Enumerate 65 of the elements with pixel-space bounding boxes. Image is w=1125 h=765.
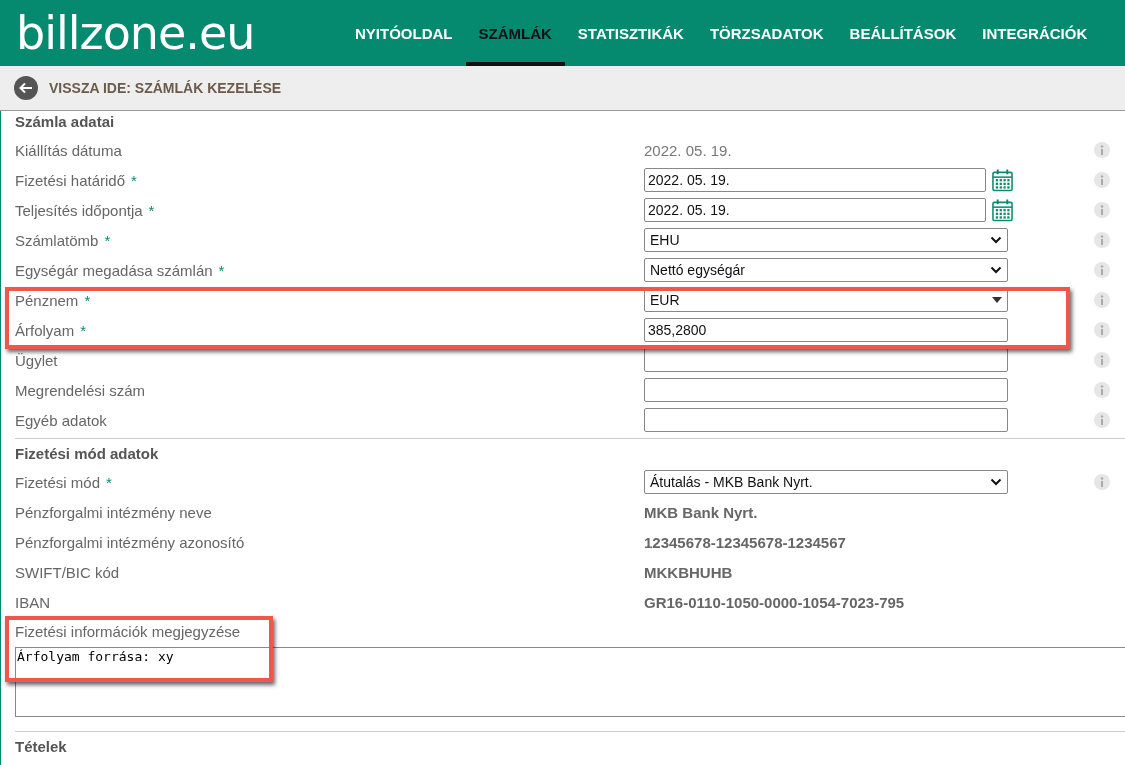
info-icon[interactable] — [1094, 262, 1110, 278]
info-icon[interactable] — [1094, 322, 1110, 338]
field-value: 12345678-12345678-1234567 — [644, 533, 846, 551]
field-label: Teljesítés időpontja — [15, 201, 143, 219]
info-icon[interactable] — [1094, 202, 1110, 218]
field-label: Fizetési mód — [15, 473, 101, 491]
text-field[interactable] — [644, 348, 1008, 372]
notes-textarea[interactable]: Árfolyam forrása: xy — [15, 647, 1125, 717]
field-value: MKB Bank Nyrt. — [644, 503, 758, 521]
logo[interactable]: billzone.eu — [0, 0, 342, 66]
select-field[interactable]: Átutalás - MKB Bank Nyrt. — [644, 470, 1008, 494]
info-icon[interactable] — [1094, 382, 1110, 398]
text-field[interactable]: 385,2800 — [644, 318, 1008, 342]
required-mark: * — [106, 473, 112, 491]
info-icon[interactable] — [1094, 474, 1110, 490]
field-label: IBAN — [15, 593, 50, 611]
field-label: SWIFT/BIC kód — [15, 563, 120, 581]
chevron-down-icon — [990, 236, 1002, 244]
required-mark: * — [84, 291, 91, 309]
field-value: 2022. 05. 19. — [644, 141, 732, 159]
info-icon[interactable] — [1094, 142, 1110, 158]
info-icon[interactable] — [1094, 232, 1110, 248]
field-label: Pénzforgalmi intézmény neve — [15, 503, 212, 521]
required-mark: * — [148, 201, 155, 219]
field-label: Pénzforgalmi intézmény azonosító — [15, 533, 245, 551]
chevron-down-icon — [990, 478, 1002, 486]
required-mark: * — [131, 171, 137, 189]
field-label: Egységár megadása számlán — [15, 261, 213, 279]
field-label: Megrendelési szám — [15, 381, 146, 399]
field-label: Ügylet — [15, 351, 58, 369]
caret-down-icon — [992, 297, 1002, 303]
field-label: Egyéb adatok — [15, 411, 107, 429]
field-label: Kiállítás dátuma — [15, 141, 122, 159]
field-label: Árfolyam — [15, 321, 75, 339]
text-field[interactable] — [644, 408, 1008, 432]
nav-tab[interactable]: NYITÓOLDAL — [342, 0, 466, 66]
chevron-down-icon — [990, 266, 1002, 274]
nav-tab[interactable]: TÖRZSADATOK — [696, 0, 837, 66]
required-mark: * — [104, 231, 111, 249]
text-field[interactable] — [644, 378, 1008, 402]
field-label: Pénznem — [15, 291, 79, 309]
field-value: MKKBHUHB — [644, 563, 733, 581]
section-title: Tételek — [15, 737, 68, 757]
calendar-icon[interactable] — [992, 198, 1013, 222]
field-value: GR16-0110-1050-0000-1054-7023-795 — [644, 593, 905, 611]
required-mark: * — [80, 321, 87, 339]
info-icon[interactable] — [1094, 412, 1110, 428]
select-field[interactable]: EHU — [644, 228, 1008, 252]
required-mark: * — [218, 261, 225, 279]
nav-tab[interactable]: BEÁLLÍTÁSOK — [836, 0, 970, 66]
field-label: Fizetési információk megjegyzése — [15, 622, 242, 642]
info-icon[interactable] — [1094, 172, 1110, 188]
back-link[interactable]: VISSZA IDE: SZÁMLÁK KEZELÉSE — [49, 80, 282, 96]
date-field[interactable]: 2022. 05. 19. — [644, 198, 986, 222]
calendar-icon[interactable] — [992, 168, 1013, 192]
date-field[interactable]: 2022. 05. 19. — [644, 168, 986, 192]
section-title: Számla adatai — [15, 112, 116, 132]
select-field[interactable]: Nettó egységár — [644, 258, 1008, 282]
field-label: Fizetési határidő — [15, 171, 126, 189]
section-title: Fizetési mód adatok — [15, 444, 160, 464]
info-icon[interactable] — [1094, 292, 1110, 308]
nav-tab[interactable]: STATISZTIKÁK — [564, 0, 697, 66]
field-label: Számlatömb — [15, 231, 99, 249]
nav-tab[interactable]: INTEGRÁCIÓK — [969, 0, 1101, 66]
info-icon[interactable] — [1094, 352, 1110, 368]
